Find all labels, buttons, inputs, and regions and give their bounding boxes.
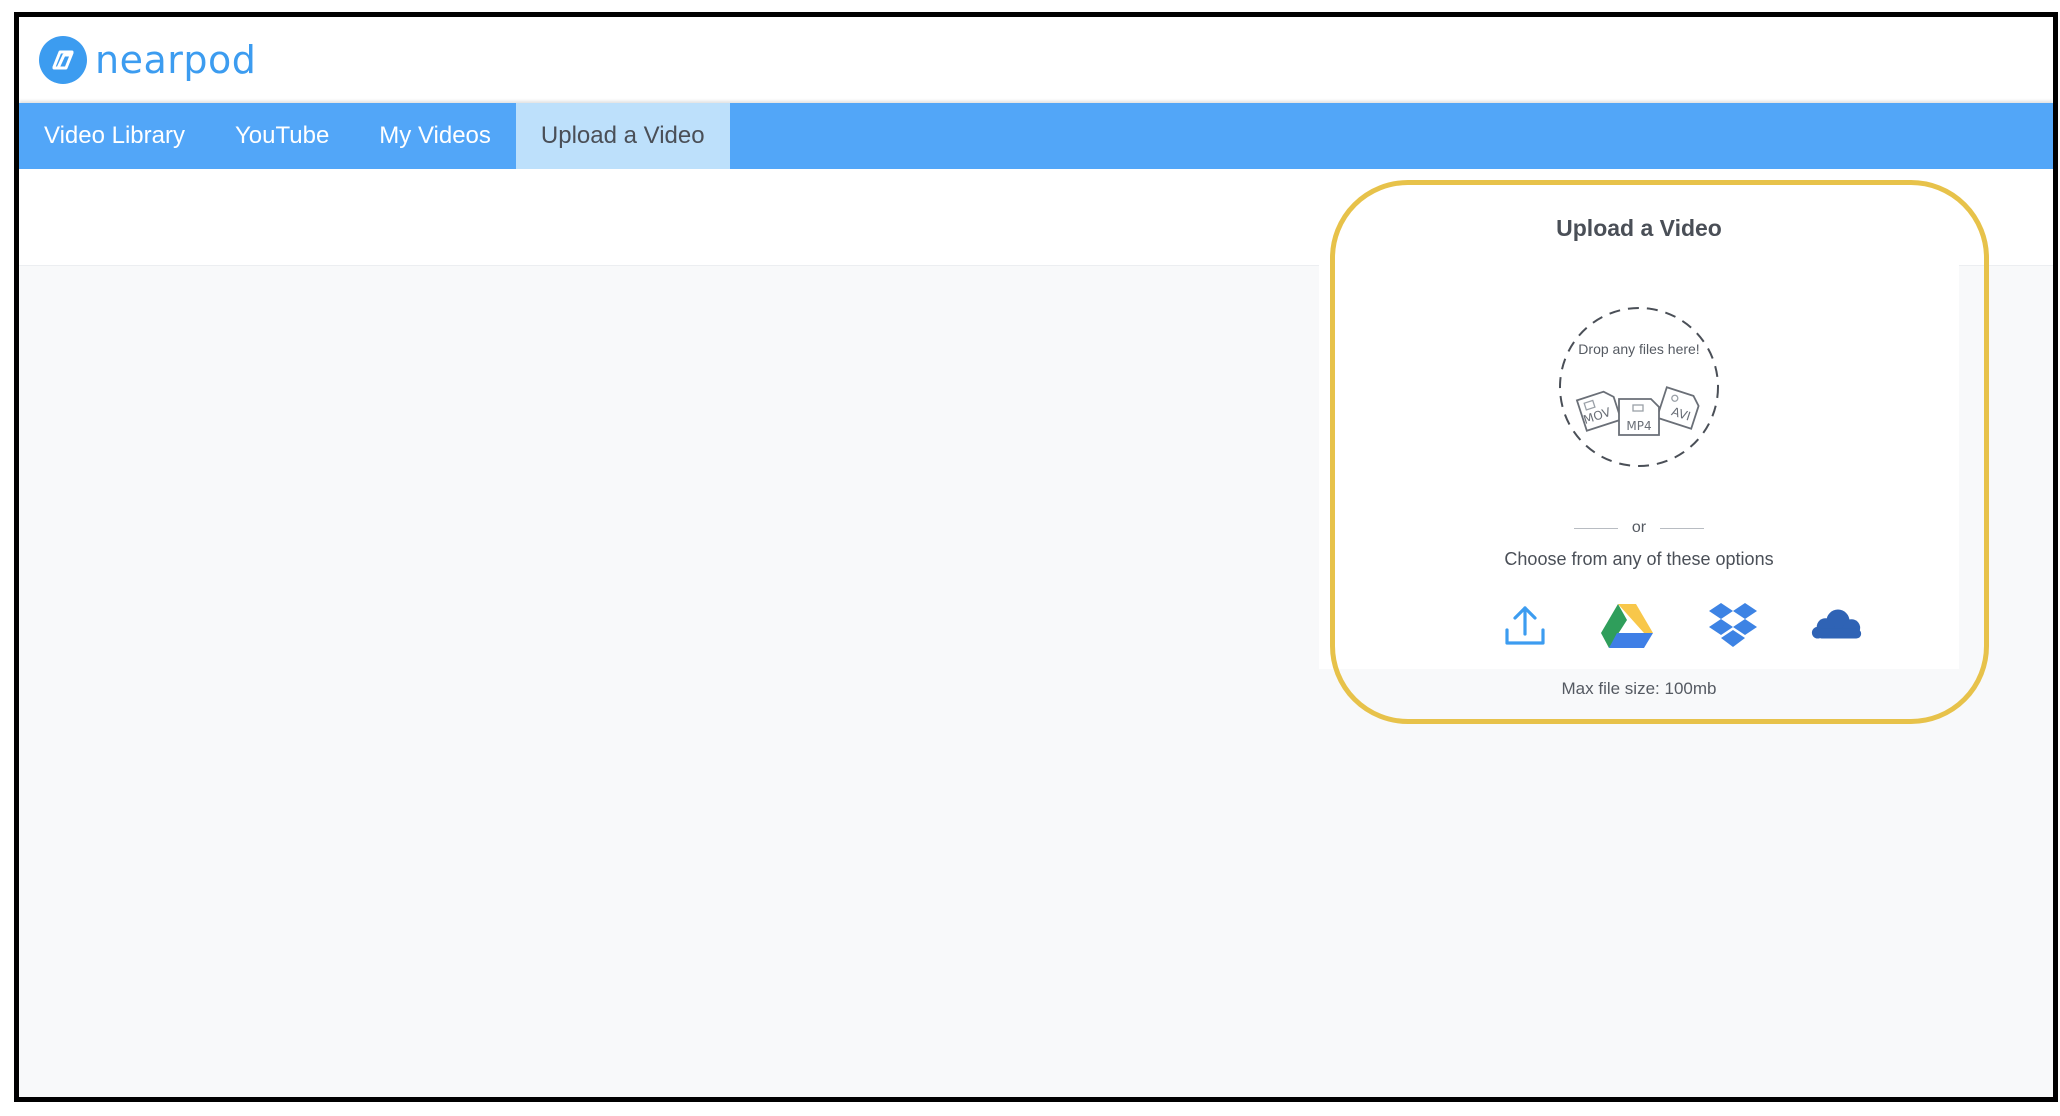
dropbox-icon [1709,603,1757,647]
drop-zone-outline: MOV MP4 AVI [1559,307,1719,467]
or-line-left [1573,527,1618,529]
or-line-right [1660,527,1705,529]
nearpod-logo[interactable]: nearpod [39,35,256,85]
or-divider: or [1319,519,1959,537]
max-file-size-text: Max file size: 100mb [1561,679,1717,698]
file-type-mp4: MP4 [1626,419,1651,433]
top-bar: nearpod [19,17,2053,103]
upload-panel-title: Upload a Video [1556,215,1722,241]
google-drive-icon [1601,604,1653,648]
tab-bar: Video Library YouTube My Videos Upload a… [19,103,2053,169]
app-window: nearpod Video Library YouTube My Videos … [14,12,2058,1102]
dropbox-button[interactable] [1705,597,1761,653]
or-text: or [1631,519,1647,536]
tab-my-videos[interactable]: My Videos [354,103,516,169]
upload-icon [1505,606,1545,645]
upload-panel: Upload a Video MOV MP4 AVI Drop any file… [1319,169,1959,698]
upload-options [1319,597,1959,653]
tab-youtube[interactable]: YouTube [210,103,354,169]
google-drive-button[interactable] [1599,597,1655,653]
file-drop-zone[interactable]: MOV MP4 AVI Drop any files here! [1557,305,1721,469]
logo-text: nearpod [95,38,257,82]
nearpod-logo-icon [39,36,87,84]
drop-zone-text: Drop any files here! [1578,341,1700,357]
tab-video-library[interactable]: Video Library [19,103,210,169]
upload-from-computer-button[interactable] [1497,597,1553,653]
onedrive-button[interactable] [1809,597,1865,653]
tab-upload-a-video[interactable]: Upload a Video [515,103,730,169]
onedrive-icon [1811,609,1862,639]
options-label: Choose from any of these options [1504,549,1774,569]
